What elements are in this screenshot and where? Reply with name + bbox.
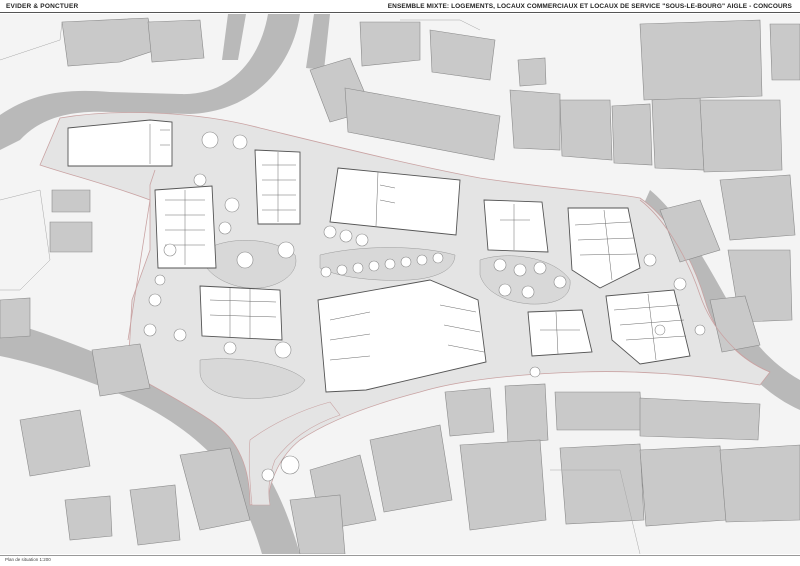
building-ne-row-4 [651, 95, 705, 171]
tree [280, 455, 300, 475]
building-ne-2 [699, 99, 783, 173]
tree [673, 277, 687, 291]
tree [218, 221, 232, 235]
building-s-8 [559, 443, 645, 525]
tree [513, 263, 527, 277]
building-s-3 [444, 387, 495, 437]
tree [223, 341, 237, 355]
building-s-7 [459, 439, 547, 531]
tree [694, 324, 706, 336]
tree [521, 285, 535, 299]
tree [154, 274, 166, 286]
tree [232, 134, 248, 150]
tree [277, 241, 295, 259]
project-title: ENSEMBLE MIXTE: LOGEMENTS, LOCAUX COMMER… [387, 3, 792, 10]
tree [416, 254, 428, 266]
tree [148, 293, 162, 307]
tree [323, 225, 337, 239]
tree [336, 264, 348, 276]
tree [432, 252, 444, 264]
building-nw-2 [147, 19, 205, 63]
plan-caption: Plan de situation 1:200 [5, 557, 51, 562]
building-n-5 [517, 57, 547, 87]
building-n-3 [359, 21, 421, 67]
tree [533, 261, 547, 275]
tree [224, 197, 240, 213]
tree [274, 341, 292, 359]
building-s-5 [554, 391, 643, 431]
tree [368, 260, 380, 272]
building-s-2 [369, 424, 453, 513]
tree [553, 275, 567, 289]
building-w-1 [51, 189, 91, 213]
project-building-se-small [527, 309, 593, 357]
building-e-5 [769, 23, 800, 81]
building-w-3 [0, 297, 31, 339]
building-e-2 [719, 174, 796, 241]
header-rule [0, 12, 800, 13]
building-ne-row-2 [559, 99, 613, 161]
tree [529, 366, 541, 378]
tree [320, 266, 332, 278]
project-building-west-court [254, 149, 301, 225]
tree [201, 131, 219, 149]
tree [163, 243, 177, 257]
building-sw-1 [91, 343, 151, 397]
building-sw-5 [64, 495, 113, 541]
tree [400, 256, 412, 268]
tree [236, 251, 254, 269]
tree [339, 229, 353, 243]
tree [193, 173, 207, 187]
tree [355, 233, 369, 247]
building-s-10 [289, 494, 346, 554]
site-plan-drawing [0, 14, 800, 554]
tree [384, 258, 396, 270]
project-building-west-wing [154, 185, 217, 269]
tree [493, 258, 507, 272]
tree [143, 323, 157, 337]
building-w-2 [49, 221, 93, 253]
project-building-west-south [199, 285, 283, 341]
office-name: EVIDER & PONCTUER [6, 3, 79, 10]
building-ne-large [639, 19, 763, 101]
project-building-nw [67, 119, 173, 167]
tree [643, 253, 657, 267]
tree [261, 468, 275, 482]
sheet-header: EVIDER & PONCTUER ENSEMBLE MIXTE: LOGEME… [0, 0, 800, 14]
tree [654, 324, 666, 336]
building-s-6 [639, 397, 761, 441]
tree [498, 283, 512, 297]
building-ne-row-3 [611, 103, 653, 166]
building-s-9 [639, 445, 727, 527]
building-sw-4 [129, 484, 181, 546]
footer-rule [0, 555, 800, 556]
building-sw-2 [19, 409, 91, 477]
building-s-4 [504, 383, 549, 445]
building-ne-row-1 [509, 89, 561, 151]
site-plan [0, 14, 800, 554]
building-se-1 [719, 444, 800, 523]
site-plan-sheet: EVIDER & PONCTUER ENSEMBLE MIXTE: LOGEME… [0, 0, 800, 566]
tree [352, 262, 364, 274]
project-building-ne-small [483, 199, 549, 253]
tree [173, 328, 187, 342]
